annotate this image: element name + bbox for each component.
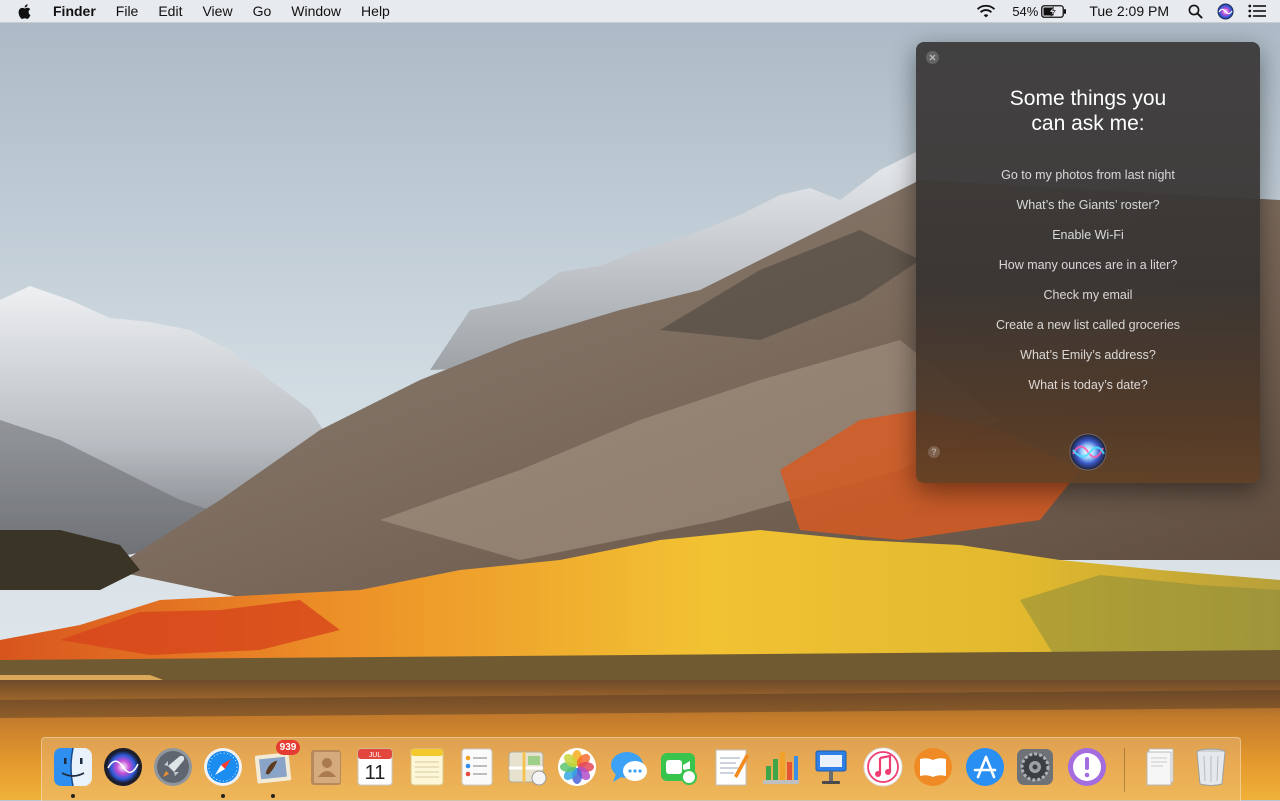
menu-window[interactable]: Window [281,0,351,22]
menu-edit[interactable]: Edit [148,0,192,22]
calendar-month: JUL [369,752,382,759]
dock-trash[interactable] [1190,746,1232,788]
feedback-assistant-icon [1068,748,1106,786]
itunes-icon [863,747,903,787]
dock-separator [1124,748,1125,792]
finder-icon [54,747,92,787]
system-preferences-icon [1017,749,1053,785]
menu-view[interactable]: View [192,0,242,22]
contacts-icon [311,750,341,785]
dock-reminders[interactable] [456,746,498,788]
battery-charging-icon[interactable] [1041,0,1075,22]
dock-safari[interactable] [202,746,244,788]
menu-app-finder[interactable]: Finder [43,0,106,22]
siri-title: Some things you can ask me: [916,86,1260,136]
dock-ibooks[interactable] [912,746,954,788]
siri-icon [104,748,142,786]
dock-photos[interactable] [556,746,598,788]
ibooks-icon [914,748,952,786]
messages-icon [611,752,647,782]
dock-feedback-assistant[interactable] [1066,746,1108,788]
dock-facetime[interactable] [658,746,700,788]
dock-numbers[interactable] [760,746,802,788]
dock-system-preferences[interactable] [1014,746,1056,788]
siri-suggestion[interactable]: Create a new list called groceries [916,316,1260,346]
siri-suggestion[interactable]: How many ounces are in a liter? [916,256,1260,286]
keynote-icon [815,750,847,784]
facetime-icon [661,753,697,785]
siri-suggestion[interactable]: What’s the Giants’ roster? [916,196,1260,226]
dock: 939 JUL 11 [41,737,1241,801]
siri-title-line2: can ask me: [1031,112,1145,135]
spotlight-search-icon[interactable] [1181,0,1210,22]
dock-messages[interactable] [608,746,650,788]
dock-finder[interactable] [52,746,94,788]
dock-keynote[interactable] [810,746,852,788]
notes-icon [410,748,444,786]
siri-icon[interactable] [1210,0,1241,22]
menu-help[interactable]: Help [351,0,400,22]
siri-suggestion[interactable]: What’s Emily’s address? [916,346,1260,376]
menu-go[interactable]: Go [243,0,282,22]
photos-icon [558,748,596,786]
siri-suggestion[interactable]: What is today’s date? [916,376,1260,406]
siri-suggestion-list: Go to my photos from last night What’s t… [916,166,1260,406]
close-icon[interactable] [926,51,939,64]
maps-icon [508,751,547,786]
calendar-icon: JUL 11 [357,748,393,786]
dock-mail[interactable]: 939 [252,740,300,788]
dock-maps[interactable] [506,746,548,788]
apple-icon[interactable] [0,3,43,19]
siri-suggestion[interactable]: Check my email [916,286,1260,316]
menu-file[interactable]: File [106,0,149,22]
help-icon[interactable]: ? [928,446,940,458]
reminders-icon [461,748,493,786]
launchpad-icon [154,748,192,786]
wifi-icon[interactable] [968,0,1004,22]
dock-contacts[interactable] [304,746,346,788]
documents-stack-icon [1146,748,1174,786]
siri-title-line1: Some things you [1009,87,1167,110]
siri-panel: Some things you can ask me: Go to my pho… [916,42,1260,483]
battery-percent[interactable]: 54% [1004,0,1041,22]
trash-icon [1196,748,1226,786]
dock-notes[interactable] [406,746,448,788]
dock-app-store[interactable] [964,746,1006,788]
safari-icon [204,748,242,786]
dock-calendar[interactable]: JUL 11 [354,746,396,788]
siri-orb-icon[interactable] [1068,432,1108,472]
numbers-icon [763,752,799,784]
notification-center-icon[interactable] [1241,0,1280,22]
siri-suggestion[interactable]: Go to my photos from last night [916,166,1260,196]
dock-itunes[interactable] [862,746,904,788]
calendar-day: 11 [365,762,386,784]
pages-icon [715,749,749,786]
clock[interactable]: Tue 2:09 PM [1075,0,1181,22]
dock-siri[interactable] [102,746,144,788]
siri-suggestion[interactable]: Enable Wi-Fi [916,226,1260,256]
dock-pages[interactable] [710,746,752,788]
dock-launchpad[interactable] [152,746,194,788]
app-store-icon [966,748,1004,786]
dock-documents-stack[interactable] [1139,746,1181,788]
mail-unread-badge: 939 [276,740,300,755]
menu-bar: Finder File Edit View Go Window Help 54%… [0,0,1280,23]
